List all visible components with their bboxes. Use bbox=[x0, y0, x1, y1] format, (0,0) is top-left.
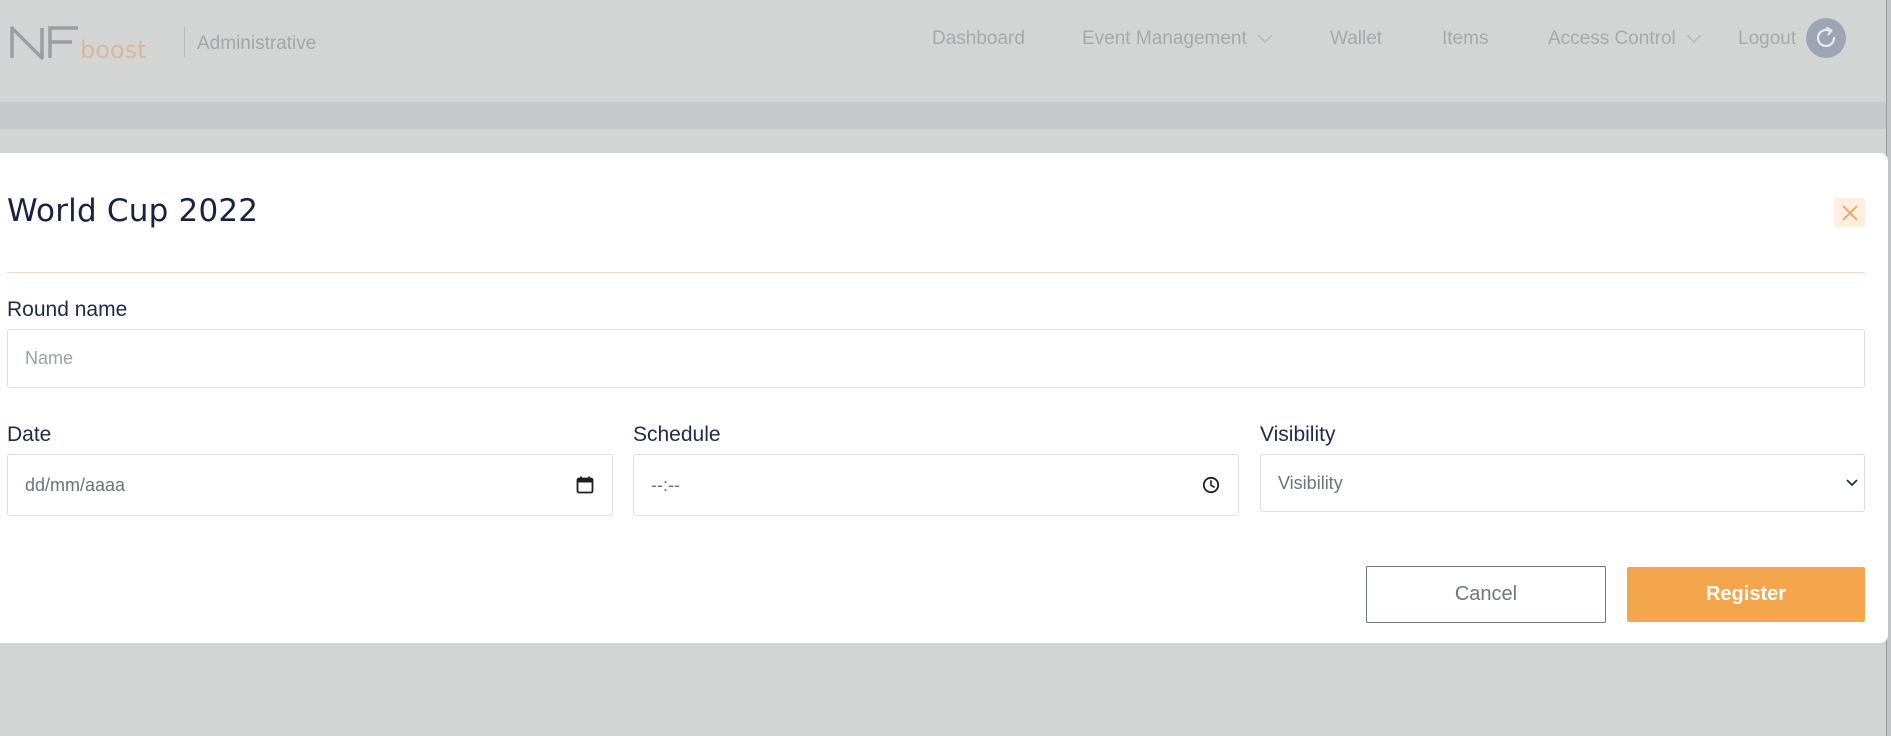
nav-wallet[interactable]: Wallet bbox=[1330, 28, 1382, 50]
svg-text:boost: boost bbox=[80, 36, 147, 64]
nav-items[interactable]: Items bbox=[1442, 28, 1488, 50]
date-placeholder: dd/mm/aaaa bbox=[25, 474, 126, 495]
register-button[interactable]: Register bbox=[1627, 567, 1865, 622]
round-name-label: Round name bbox=[7, 298, 128, 321]
nfboost-logo-icon: boost bbox=[10, 26, 147, 64]
app-subtitle: Administrative bbox=[197, 33, 317, 54]
cancel-button[interactable]: Cancel bbox=[1366, 566, 1606, 623]
visibility-selected: Visibility bbox=[1278, 472, 1343, 493]
modal-header-divider bbox=[7, 272, 1865, 273]
user-avatar[interactable] bbox=[1806, 18, 1846, 58]
nav-label: Items bbox=[1442, 28, 1489, 49]
schedule-label: Schedule bbox=[633, 423, 721, 446]
brand-logo[interactable]: boost Administrative bbox=[10, 20, 316, 64]
logo-separator bbox=[184, 27, 185, 57]
round-modal: World Cup 2022 Round name Date dd/mm/aaa… bbox=[0, 153, 1888, 643]
nav-label: Logout bbox=[1738, 28, 1797, 49]
nav-dashboard[interactable]: Dashboard bbox=[932, 28, 1025, 50]
chevron-down-icon bbox=[1686, 34, 1702, 44]
nav-label: Event Management bbox=[1082, 28, 1247, 49]
nav-label: Access Control bbox=[1548, 28, 1676, 49]
schedule-input[interactable]: --:-- bbox=[633, 454, 1239, 516]
nav-label: Wallet bbox=[1330, 28, 1383, 49]
chevron-down-icon bbox=[1257, 34, 1273, 44]
clock-icon[interactable] bbox=[1202, 476, 1220, 494]
page-subheader-strip bbox=[0, 102, 1886, 129]
nav-event-management[interactable]: Event Management bbox=[1082, 28, 1273, 50]
schedule-placeholder: --:-- bbox=[651, 474, 680, 495]
modal-title: World Cup 2022 bbox=[7, 193, 259, 229]
date-input[interactable]: dd/mm/aaaa bbox=[7, 454, 613, 516]
visibility-label: Visibility bbox=[1260, 423, 1336, 446]
chevron-down-icon bbox=[1846, 479, 1858, 487]
nav-label: Dashboard bbox=[932, 28, 1025, 49]
close-button[interactable] bbox=[1834, 198, 1865, 227]
refresh-user-icon bbox=[1816, 26, 1836, 47]
top-navbar: boost Administrative Dashboard Event Man… bbox=[0, 0, 1886, 102]
date-label: Date bbox=[7, 423, 52, 446]
close-icon bbox=[1841, 204, 1858, 221]
calendar-icon[interactable] bbox=[576, 476, 594, 494]
nav-logout[interactable]: Logout bbox=[1738, 28, 1796, 50]
round-name-input[interactable] bbox=[7, 329, 1865, 388]
nav-access-control[interactable]: Access Control bbox=[1548, 28, 1702, 50]
visibility-select[interactable]: Visibility bbox=[1260, 454, 1865, 512]
